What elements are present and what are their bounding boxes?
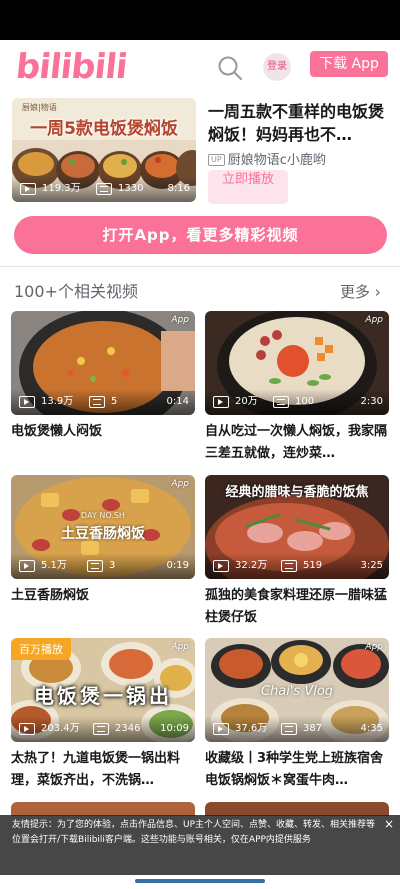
video-stats-bar: 119.3万 1330 8:16 (12, 176, 196, 202)
home-indicator[interactable] (135, 879, 265, 883)
thumb-caption: 一周5款电饭煲焖饭 (30, 119, 178, 139)
featured-video-title[interactable]: 一周五款不重样的电饭煲焖饭！妈妈再也不… (208, 100, 388, 146)
video-thumbnail-partial[interactable] (205, 802, 389, 816)
play-count-icon (20, 183, 36, 195)
play-count: 13.9万 (41, 396, 74, 407)
video-card[interactable]: App 13.9万 5 0:14 电饭煲懒人闷饭 (11, 311, 195, 451)
app-tag: App (171, 642, 189, 652)
million-plays-badge: 百万播放 (11, 638, 71, 660)
video-stats-bar: 203.4万 2346 10:09 (11, 716, 195, 742)
video-title[interactable]: 收藏级丨3种学生党上班族宿舍电饭锅焖饭＊窝蛋牛肉… (205, 748, 389, 792)
video-duration: 3:25 (360, 560, 383, 571)
up-badge-icon: UP (208, 154, 225, 166)
play-count-icon (213, 560, 229, 572)
video-thumbnail[interactable]: 经典的腊味与香脆的饭焦 32.2万 519 3:25 (205, 475, 389, 579)
toast-text: 友情提示：为了您的体验，点击作品信息、UP主个人空间、点赞、收藏、转发、相关推荐… (12, 820, 376, 845)
home-indicator-area (0, 875, 400, 889)
more-link[interactable]: 更多 › (340, 281, 381, 303)
video-stats-bar: 13.9万 5 0:14 (11, 389, 195, 415)
login-avatar[interactable]: 登录 (263, 53, 291, 81)
status-bar (0, 0, 400, 40)
danmaku-count: 100 (295, 396, 315, 407)
play-count-icon (213, 396, 229, 408)
video-card[interactable]: App 20万 100 2:30 自从吃过一次懒人焖饭，我家隔三差五就做，连炒菜… (205, 311, 389, 461)
danmaku-icon (89, 396, 105, 408)
play-count: 32.2万 (235, 560, 268, 571)
video-card[interactable]: 百万播放 电饭煲一锅出 App 203.4万 2346 10:09 太热了！九道… (11, 638, 195, 788)
featured-video[interactable]: 厨娘|物语 一周5款电饭煲焖饭 119.3万 1330 8:16 一周五款不重样… (12, 98, 388, 208)
play-now-button[interactable]: 立即播放 (208, 170, 288, 204)
danmaku-count: 2346 (115, 723, 141, 734)
video-title[interactable]: 孤独的美食家料理还原一腊味猛柱煲仔饭 (205, 585, 389, 629)
thumb-overlay-caption: 经典的腊味与香脆的饭焦 (225, 485, 369, 500)
play-count: 119.3万 (42, 183, 81, 194)
video-stats-bar: 5.1万 3 0:19 (11, 553, 195, 579)
chevron-right-icon: › (374, 283, 381, 301)
video-duration: 8:16 (167, 183, 190, 194)
video-thumbnail[interactable]: 百万播放 电饭煲一锅出 App 203.4万 2346 10:09 (11, 638, 195, 742)
video-duration: 0:19 (166, 560, 189, 571)
video-duration: 2:30 (360, 396, 383, 407)
featured-video-author[interactable]: UP 厨娘物语c小鹿哟 (208, 152, 388, 170)
play-count-icon (19, 723, 35, 735)
close-icon[interactable]: × (384, 817, 394, 832)
video-duration: 4:35 (360, 723, 383, 734)
play-count: 5.1万 (41, 560, 67, 571)
video-thumbnail-partial[interactable] (11, 802, 195, 816)
thumb-overlay-caption: 土豆香肠焖饭 (61, 526, 145, 542)
danmaku-icon (96, 183, 112, 195)
video-duration: 10:09 (160, 723, 189, 734)
author-name: 厨娘物语c小鹿哟 (227, 153, 326, 168)
video-thumbnail[interactable]: Chai's Vlog App 37.6万 387 4:35 (205, 638, 389, 742)
thumb-brand-label: 厨娘|物语 (22, 103, 57, 112)
danmaku-icon (87, 560, 103, 572)
play-count: 20万 (235, 396, 258, 407)
danmaku-count: 387 (303, 723, 323, 734)
more-label: 更多 (340, 283, 371, 301)
video-title[interactable]: 太热了！九道电饭煲一锅出料理，菜饭齐出，不洗锅… (11, 748, 195, 792)
danmaku-icon (273, 396, 289, 408)
section-divider (0, 266, 400, 267)
danmaku-count: 1330 (118, 183, 144, 194)
app-tag: App (365, 315, 383, 325)
video-thumbnail[interactable]: App 13.9万 5 0:14 (11, 311, 195, 415)
video-stats-bar: 32.2万 519 3:25 (205, 553, 389, 579)
danmaku-count: 5 (111, 396, 118, 407)
related-videos-title: 100+个相关视频 (14, 282, 138, 301)
play-count-icon (19, 560, 35, 572)
info-toast: 友情提示：为了您的体验，点击作品信息、UP主个人空间、点赞、收藏、转发、相关推荐… (0, 815, 400, 875)
danmaku-count: 519 (303, 560, 323, 571)
thumb-overlay-caption: 电饭煲一锅出 (34, 684, 172, 708)
bilibili-logo[interactable]: bilibili (14, 47, 129, 87)
app-tag: App (171, 479, 189, 489)
video-title[interactable]: 电饭煲懒人闷饭 (11, 421, 195, 443)
search-icon[interactable] (216, 54, 244, 82)
video-title[interactable]: 自从吃过一次懒人焖饭，我家隔三差五就做，连炒菜… (205, 421, 389, 465)
top-header: bilibili 登录 下载 App (0, 40, 400, 96)
play-count: 203.4万 (41, 723, 80, 734)
video-card[interactable]: Chai's Vlog App 37.6万 387 4:35 收藏级丨3种学生党… (205, 638, 389, 788)
danmaku-icon (93, 723, 109, 735)
play-count: 37.6万 (235, 723, 268, 734)
play-count-icon (213, 723, 229, 735)
play-count-icon (19, 396, 35, 408)
video-card[interactable]: DAY NO.SH 土豆香肠焖饭 App 5.1万 3 0:19 土豆香肠焖饭 (11, 475, 195, 615)
thumb-watermark: Chai's Vlog (260, 684, 334, 699)
video-thumbnail[interactable]: App 20万 100 2:30 (205, 311, 389, 415)
video-duration: 0:14 (166, 396, 189, 407)
app-tag: App (171, 315, 189, 325)
video-card[interactable]: 经典的腊味与香脆的饭焦 32.2万 519 3:25 孤独的美食家料理还原一腊味… (205, 475, 389, 625)
download-app-button[interactable]: 下载 App (310, 51, 388, 77)
featured-video-thumbnail[interactable]: 厨娘|物语 一周5款电饭煲焖饭 119.3万 1330 8:16 (12, 98, 196, 202)
video-stats-bar: 37.6万 387 4:35 (205, 716, 389, 742)
app-tag: App (365, 642, 383, 652)
open-app-button[interactable]: 打开App，看更多精彩视频 (14, 216, 387, 254)
video-thumbnail[interactable]: DAY NO.SH 土豆香肠焖饭 App 5.1万 3 0:19 (11, 475, 195, 579)
danmaku-icon (281, 723, 297, 735)
video-stats-bar: 20万 100 2:30 (205, 389, 389, 415)
danmaku-count: 3 (109, 560, 116, 571)
video-title[interactable]: 土豆香肠焖饭 (11, 585, 195, 607)
thumb-overlay-english: DAY NO.SH (81, 511, 125, 520)
danmaku-icon (281, 560, 297, 572)
